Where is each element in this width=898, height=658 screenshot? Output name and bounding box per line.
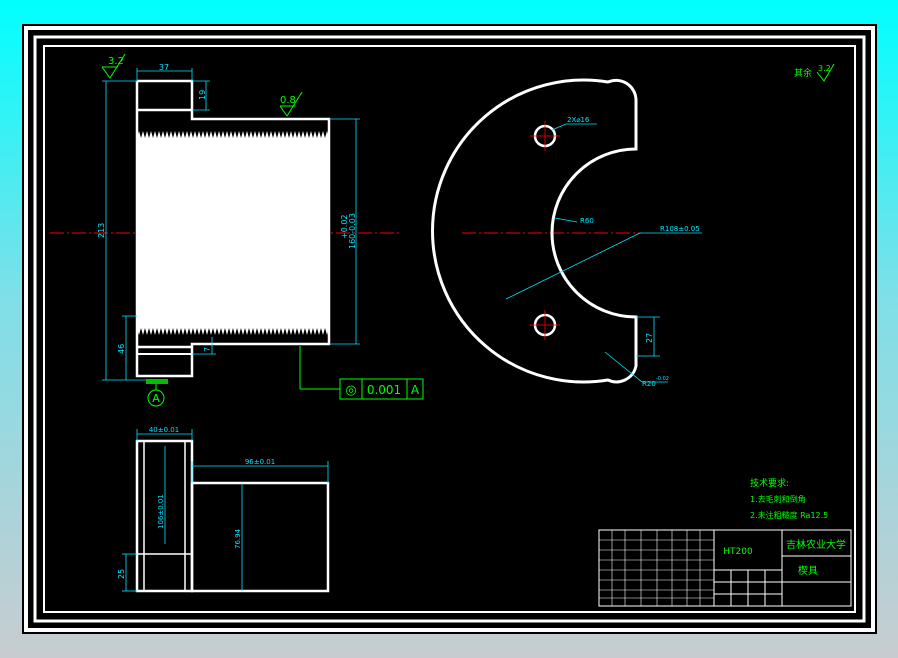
roughness-other-label: 其余 [794,67,812,79]
dim-inner-radius: R60 [580,217,594,225]
bottom-view: 40±0.01 96±0.01 106±0.01 76.94 25 [117,426,330,593]
dim-top-width: 37 [159,63,169,72]
dim-bottom: 25 [117,569,126,579]
drawing-frame [24,26,875,632]
front-view: 37 19 213 +0.02 160-0.03 46 7 3.2 0.8 A … [50,53,424,407]
tolerance-value: 0.001 [367,383,401,397]
dim-left-height: 106±0.01 [157,494,165,529]
thread-teeth-top [137,131,329,138]
roughness-top-face: 0.8 [280,95,296,106]
c-shape-outline [431,78,638,384]
thread-fill [137,138,329,328]
engineering-drawing: 37 19 213 +0.02 160-0.03 46 7 3.2 0.8 A … [24,26,875,632]
title-part-name: 楔具 [798,565,818,577]
notes-heading: 技术要求: [750,477,789,489]
title-material: HT200 [723,547,753,557]
datum-fill [146,379,168,384]
dim-total-height: 213 [97,223,106,238]
technical-notes: 技术要求: 1.去毛刺和倒角 2.未注粗糙度 Ra12.5 [750,477,828,520]
notes-line2: 2.未注粗糙度 Ra12.5 [750,510,828,520]
notes-line1: 1.去毛刺和倒角 [750,494,806,504]
dim-corner-radius: R20 [642,380,656,388]
cad-viewport[interactable]: 37 19 213 +0.02 160-0.03 46 7 3.2 0.8 A … [22,24,877,634]
dim-holes: 2X⌀16 [567,116,590,124]
dim-lower: 46 [117,344,126,354]
dim-collar: 19 [198,90,207,100]
datum-label: A [152,392,160,405]
dim-corner-tol: -0.02 [656,376,669,382]
dim-step: 7 [203,347,212,352]
dim-outer-radius: R108±0.05 [660,225,700,233]
roughness-other-value: 3.2 [818,64,831,73]
general-roughness: 其余 3.2 [794,63,835,82]
thread-teeth-bottom [137,328,329,335]
dim-diameter-main: 160-0.03 [348,213,357,249]
dim-tab: 27 [645,333,654,343]
title-block: HT200 吉林农业大学 楔具 [598,529,852,607]
title-school: 吉林农业大学 [786,538,846,551]
dim-right-width: 96±0.01 [245,458,275,466]
roughness-top-left: 3.2 [108,56,124,67]
tolerance-symbol: ◎ [345,383,356,398]
dim-left-width: 40±0.01 [149,426,179,434]
dim-right-height: 76.94 [234,528,242,549]
tolerance-datum: A [411,383,420,397]
side-view: 2X⌀16 R60 R108±0.05 27 R20 -0.02 [431,78,702,388]
